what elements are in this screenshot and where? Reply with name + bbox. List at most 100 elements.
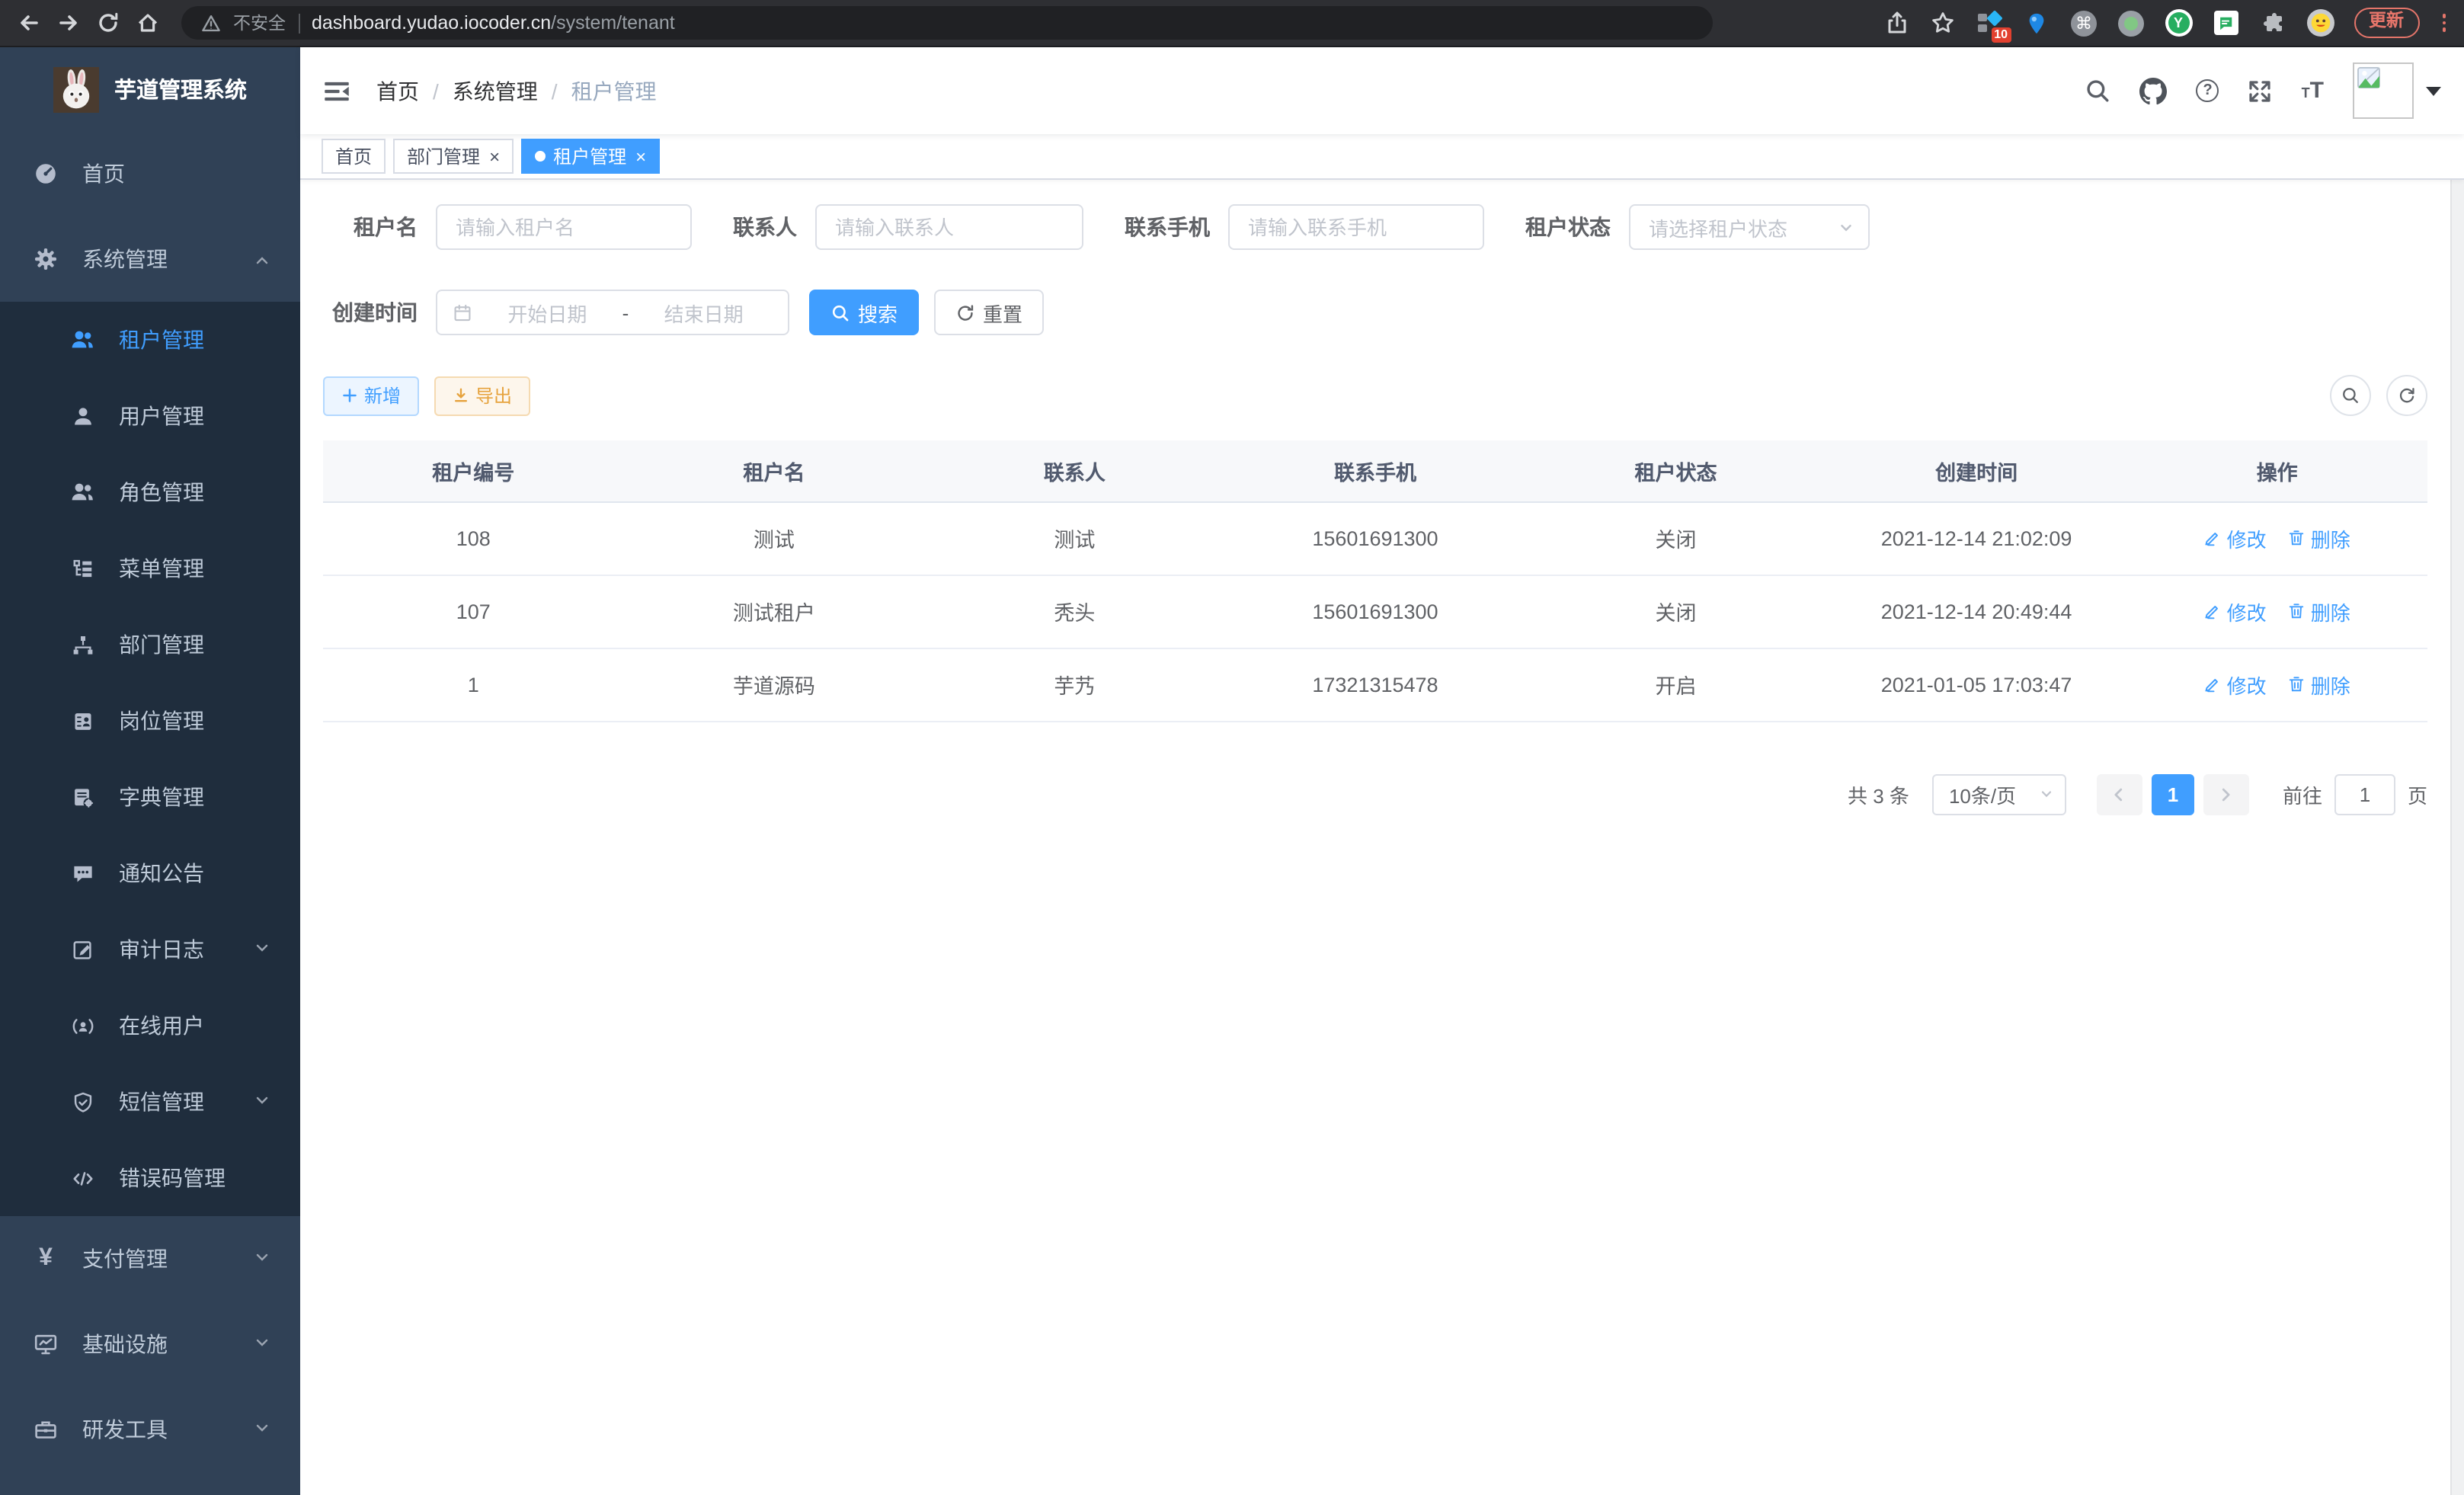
sidebar-item-label: 租户管理 <box>119 325 204 355</box>
sidebar-item-system[interactable]: 系统管理 <box>0 216 300 302</box>
sidebar-item-label: 菜单管理 <box>119 553 204 584</box>
contact-input[interactable] <box>815 204 1083 250</box>
browser-menu-icon[interactable] <box>2439 14 2449 32</box>
extension-command-icon[interactable]: ⌘ <box>2070 9 2098 37</box>
bookmark-star-icon[interactable] <box>1930 10 1956 36</box>
cell-contact: 芋艿 <box>924 648 1225 721</box>
avatar[interactable] <box>2353 62 2414 119</box>
sidebar-item-role[interactable]: 角色管理 <box>0 454 300 530</box>
tab-dept[interactable]: 部门管理 × <box>393 139 514 174</box>
tab-close-icon[interactable]: × <box>635 147 646 165</box>
sidebar-item-online-users[interactable]: 在线用户 <box>0 988 300 1064</box>
extension-y-icon[interactable]: Y <box>2165 9 2192 37</box>
edit-link[interactable]: 修改 <box>2204 523 2267 552</box>
sidebar-item-dept[interactable]: 部门管理 <box>0 607 300 683</box>
mobile-input[interactable] <box>1228 204 1484 250</box>
sidebar-item-menu[interactable]: 菜单管理 <box>0 530 300 607</box>
sidebar-item-infra[interactable]: 基础设施 <box>0 1301 300 1387</box>
sidebar-item-home[interactable]: 首页 <box>0 131 300 216</box>
current-page[interactable]: 1 <box>2152 773 2194 815</box>
cell-mobile: 15601691300 <box>1225 501 1526 575</box>
col-mobile: 联系手机 <box>1225 440 1526 501</box>
tab-tenant[interactable]: 租户管理 × <box>521 139 660 174</box>
add-button[interactable]: 新增 <box>323 376 419 415</box>
user-caret-icon[interactable] <box>2426 87 2441 96</box>
page-size-select[interactable]: 10条/页 <box>1932 773 2066 815</box>
share-icon[interactable] <box>1884 10 1910 36</box>
sidebar-item-tenant[interactable]: 租户管理 <box>0 302 300 378</box>
cell-created: 2021-12-14 20:49:44 <box>1826 575 2127 648</box>
extension-chat-icon[interactable] <box>2212 9 2239 37</box>
breadcrumb-home[interactable]: 首页 <box>376 75 419 106</box>
yen-icon: ¥ <box>34 1247 58 1271</box>
address-bar[interactable]: 不安全 dashboard.yudao.iocoder.cn/system/te… <box>181 6 1713 40</box>
filter-contact: 联系人 <box>733 204 1083 250</box>
sidebar-item-pay[interactable]: ¥ 支付管理 <box>0 1216 300 1301</box>
tab-home[interactable]: 首页 <box>322 139 386 174</box>
window-scrollbar[interactable] <box>2450 47 2464 1495</box>
extension-tampermonkey-icon[interactable]: 10 <box>1976 9 2003 37</box>
sidebar-item-audit-log[interactable]: 审计日志 <box>0 911 300 988</box>
sidebar-item-sms[interactable]: 短信管理 <box>0 1064 300 1140</box>
delete-link[interactable]: 删除 <box>2288 597 2350 626</box>
next-page-button[interactable] <box>2203 773 2249 815</box>
sidebar-collapse-button[interactable] <box>323 77 350 104</box>
status-select-placeholder: 请选择租户状态 <box>1649 213 1787 242</box>
chrome-update-button[interactable]: 更新 <box>2354 8 2419 38</box>
edit-link[interactable]: 修改 <box>2204 597 2267 626</box>
goto-page-input[interactable] <box>2334 773 2395 815</box>
search-button[interactable]: 搜索 <box>809 290 919 335</box>
export-button[interactable]: 导出 <box>434 376 530 415</box>
tenant-name-input[interactable] <box>436 204 692 250</box>
sidebar-item-devtools[interactable]: 研发工具 <box>0 1387 300 1472</box>
help-icon[interactable]: ? <box>2197 79 2219 102</box>
pen-icon <box>2204 529 2222 547</box>
delete-link[interactable]: 删除 <box>2288 670 2350 699</box>
toggle-search-button[interactable] <box>2330 375 2371 416</box>
sidebar-item-post[interactable]: 岗位管理 <box>0 683 300 759</box>
col-created: 创建时间 <box>1826 440 2127 501</box>
chevron-up-icon <box>253 247 271 271</box>
prev-page-button[interactable] <box>2097 773 2142 815</box>
github-icon[interactable] <box>2140 77 2168 104</box>
header-search-icon[interactable] <box>2085 78 2111 104</box>
refresh-table-button[interactable] <box>2386 375 2427 416</box>
reload-icon[interactable] <box>94 10 120 36</box>
fullscreen-icon[interactable] <box>2248 78 2273 103</box>
font-size-icon[interactable]: TT <box>2302 78 2324 104</box>
user-menu[interactable] <box>2353 62 2441 119</box>
cell-name: 测试租户 <box>624 575 925 648</box>
home-icon[interactable] <box>134 10 160 36</box>
goto-page: 前往 页 <box>2283 773 2427 815</box>
user-icon <box>70 405 94 427</box>
extension-recorder-icon[interactable] <box>2117 9 2145 37</box>
profile-avatar-icon[interactable] <box>2306 9 2334 37</box>
sidebar-item-dict[interactable]: 字典管理 <box>0 759 300 835</box>
status-select[interactable]: 请选择租户状态 <box>1629 204 1870 250</box>
extension-pin-icon[interactable] <box>2023 9 2050 37</box>
sidebar-logo[interactable]: 芋道管理系统 <box>0 47 300 131</box>
breadcrumb-section[interactable]: 系统管理 <box>453 75 538 106</box>
sidebar-item-label: 在线用户 <box>119 1010 204 1041</box>
app-shell: 芋道管理系统 首页 系统管理 租户管理 用户管理 <box>0 47 2464 1495</box>
dictionary-icon <box>70 786 94 808</box>
sidebar-item-label: 用户管理 <box>119 401 204 431</box>
pagination: 共 3 条 10条/页 1 前往 页 <box>323 773 2427 815</box>
sidebar-item-user[interactable]: 用户管理 <box>0 378 300 454</box>
sidebar-item-notice[interactable]: 通知公告 <box>0 835 300 911</box>
back-icon[interactable] <box>15 10 41 36</box>
chevron-left-icon <box>2111 786 2128 802</box>
reset-button[interactable]: 重置 <box>934 290 1044 335</box>
tenants-icon <box>70 328 94 352</box>
add-button-label: 新增 <box>364 383 401 408</box>
table-toolbar: 新增 导出 <box>323 375 2427 416</box>
edit-link[interactable]: 修改 <box>2204 670 2267 699</box>
forward-icon[interactable] <box>55 10 81 36</box>
sidebar-item-errcode[interactable]: 错误码管理 <box>0 1140 300 1216</box>
tab-close-icon[interactable]: × <box>489 147 500 165</box>
tab-label: 部门管理 <box>407 143 480 169</box>
date-range-picker[interactable]: 开始日期 - 结束日期 <box>436 290 789 335</box>
gear-icon <box>34 247 58 271</box>
extensions-puzzle-icon[interactable] <box>2259 9 2286 37</box>
delete-link[interactable]: 删除 <box>2288 523 2350 552</box>
